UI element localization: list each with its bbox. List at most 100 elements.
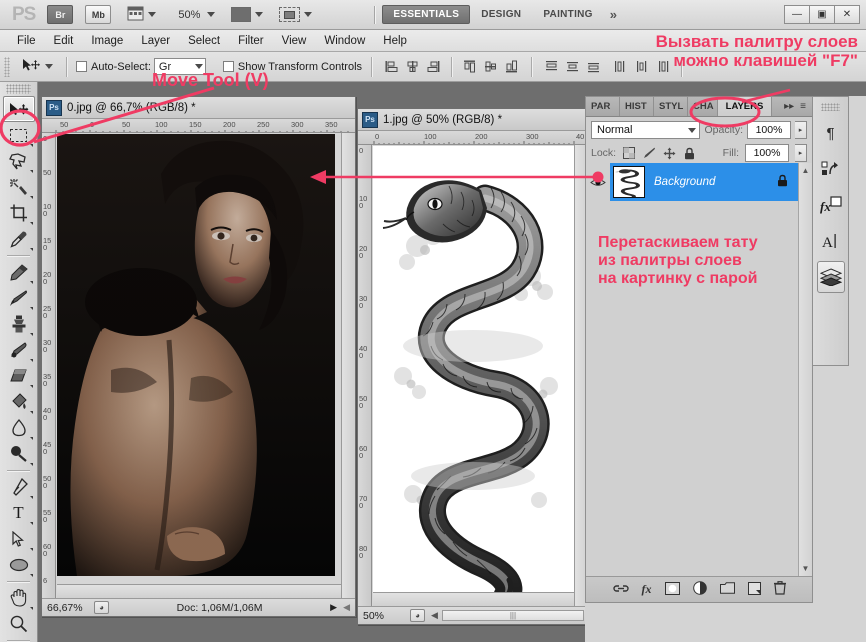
layer-name[interactable]: Background xyxy=(654,176,715,188)
panel-menu-icon[interactable]: ≡ xyxy=(800,101,806,112)
menu-image[interactable]: Image xyxy=(82,33,132,49)
document-1-horizontal-scrollbar[interactable] xyxy=(373,592,574,606)
lock-image-pixels-icon[interactable] xyxy=(642,146,656,160)
hand-tool[interactable] xyxy=(3,585,35,611)
tab-styles[interactable]: STYL xyxy=(654,97,688,116)
new-group-icon[interactable] xyxy=(719,582,735,597)
layer-thumbnail[interactable] xyxy=(613,166,645,198)
align-vertical-centers-button[interactable] xyxy=(483,59,498,74)
document-0-scroll-left-icon[interactable]: ◀ xyxy=(343,602,350,613)
tab-history[interactable]: HIST xyxy=(620,97,654,116)
document-1-zoom-value[interactable]: 50% xyxy=(358,610,410,622)
marquee-tool[interactable] xyxy=(3,122,35,148)
opacity-value[interactable]: 100% xyxy=(747,121,791,139)
view-extras-menu[interactable] xyxy=(127,6,157,24)
link-layers-icon[interactable] xyxy=(612,583,629,597)
add-layer-mask-icon[interactable] xyxy=(664,581,680,598)
document-0-horizontal-scrollbar[interactable] xyxy=(57,584,341,598)
document-1-scroll-left-icon[interactable]: ◀ xyxy=(431,610,438,621)
clone-stamp-tool[interactable] xyxy=(3,311,35,337)
workspace-painting[interactable]: PAINTING xyxy=(532,5,603,24)
tool-preset-picker[interactable] xyxy=(18,56,57,77)
document-1-canvas[interactable] xyxy=(373,146,577,598)
magic-wand-tool[interactable] xyxy=(3,174,35,200)
brush-tool[interactable] xyxy=(3,285,35,311)
tools-panel-grip[interactable] xyxy=(6,84,31,94)
auto-select-target-select[interactable]: Gr xyxy=(153,58,206,75)
menu-file[interactable]: File xyxy=(8,33,45,49)
dodge-burn-tool[interactable] xyxy=(3,441,35,467)
menu-layer[interactable]: Layer xyxy=(132,33,179,49)
layers-panel-icon[interactable] xyxy=(816,261,845,293)
align-right-edges-button[interactable] xyxy=(426,59,441,74)
menu-filter[interactable]: Filter xyxy=(229,33,273,49)
align-bottom-edges-button[interactable] xyxy=(504,59,519,74)
minimize-button[interactable]: — xyxy=(784,5,810,24)
mini-bridge-button[interactable]: Mb xyxy=(85,5,112,24)
opacity-slider-arrow-icon[interactable]: ▸ xyxy=(795,121,807,139)
lock-all-icon[interactable] xyxy=(682,146,696,160)
zoom-tool[interactable] xyxy=(3,611,35,637)
tab-paragraph[interactable]: PAR xyxy=(586,97,620,116)
align-horizontal-centers-button[interactable] xyxy=(405,59,420,74)
eraser-tool[interactable] xyxy=(3,363,35,389)
workspace-design[interactable]: DESIGN xyxy=(470,5,532,24)
zoom-chevron-down-icon[interactable] xyxy=(207,12,216,17)
layer-visibility-toggle[interactable] xyxy=(586,163,610,201)
distribute-vertical-centers-button[interactable] xyxy=(565,59,580,74)
auto-select-checkbox[interactable] xyxy=(76,61,87,72)
menu-edit[interactable]: Edit xyxy=(45,33,83,49)
collapse-panel-icon[interactable]: ▸▸ xyxy=(784,101,794,112)
document-1-status-menu-icon[interactable]: ◕ xyxy=(410,609,425,622)
layers-panel-scrollbar[interactable]: ▲ ▼ xyxy=(798,163,812,576)
fill-value[interactable]: 100% xyxy=(745,144,789,162)
eyedropper-tool[interactable] xyxy=(3,226,35,252)
layer-styles-panel-icon[interactable]: fx xyxy=(817,189,845,221)
paragraph-panel-icon[interactable]: ¶ xyxy=(817,117,845,149)
blur-tool[interactable] xyxy=(3,415,35,441)
crop-tool[interactable] xyxy=(3,200,35,226)
scroll-up-icon[interactable]: ▲ xyxy=(799,166,812,175)
add-layer-style-icon[interactable]: fx xyxy=(642,582,652,597)
distribute-right-edges-button[interactable] xyxy=(655,59,670,74)
options-bar-grip[interactable] xyxy=(4,56,10,77)
fill-slider-arrow-icon[interactable]: ▸ xyxy=(795,144,807,162)
menu-help[interactable]: Help xyxy=(374,33,416,49)
distribute-bottom-edges-button[interactable] xyxy=(586,59,601,74)
tab-layers[interactable]: LAYERS xyxy=(718,97,772,116)
move-tool[interactable] xyxy=(2,96,35,122)
gradient-paint-bucket-tool[interactable] xyxy=(3,389,35,415)
document-0-titlebar[interactable]: Ps 0.jpg @ 66,7% (RGB/8) * xyxy=(42,97,355,119)
layer-row-background[interactable]: Background xyxy=(586,163,812,201)
tab-channels[interactable]: CHA xyxy=(688,97,718,116)
new-layer-icon[interactable] xyxy=(747,581,761,598)
show-transform-controls-checkbox[interactable] xyxy=(222,61,234,72)
blend-mode-select[interactable]: Normal xyxy=(591,121,701,139)
menu-window[interactable]: Window xyxy=(315,33,374,49)
workspace-essentials[interactable]: ESSENTIALS xyxy=(382,5,471,24)
document-0-canvas[interactable] xyxy=(57,134,335,576)
history-brush-tool[interactable] xyxy=(3,337,35,363)
distribute-horizontal-centers-button[interactable] xyxy=(634,59,649,74)
new-adjustment-layer-icon[interactable] xyxy=(692,581,707,598)
scroll-down-icon[interactable]: ▼ xyxy=(799,564,812,573)
align-top-edges-button[interactable] xyxy=(462,59,477,74)
type-tool[interactable]: T xyxy=(3,500,35,526)
delete-layer-icon[interactable] xyxy=(773,581,786,598)
document-1-titlebar[interactable]: Ps 1.jpg @ 50% (RGB/8) * xyxy=(358,109,588,131)
distribute-left-edges-button[interactable] xyxy=(613,59,628,74)
more-workspaces-icon[interactable]: » xyxy=(610,7,617,22)
restore-button[interactable]: ▣ xyxy=(809,5,835,24)
lock-transparent-pixels-icon[interactable] xyxy=(622,146,636,160)
close-button[interactable]: ✕ xyxy=(834,5,860,24)
spot-healing-brush-tool[interactable] xyxy=(3,259,35,285)
document-0-status-arrow-icon[interactable]: ▶ xyxy=(330,602,337,613)
document-0-status-menu-icon[interactable]: ◕ xyxy=(94,601,109,614)
menu-select[interactable]: Select xyxy=(179,33,229,49)
zoom-level-label[interactable]: 50% xyxy=(178,9,200,21)
distribute-top-edges-button[interactable] xyxy=(544,59,559,74)
history-panel-icon[interactable] xyxy=(817,153,845,185)
path-selection-tool[interactable] xyxy=(3,526,35,552)
document-0-vertical-scrollbar[interactable] xyxy=(341,133,355,598)
arrange-documents-menu[interactable] xyxy=(231,7,264,22)
